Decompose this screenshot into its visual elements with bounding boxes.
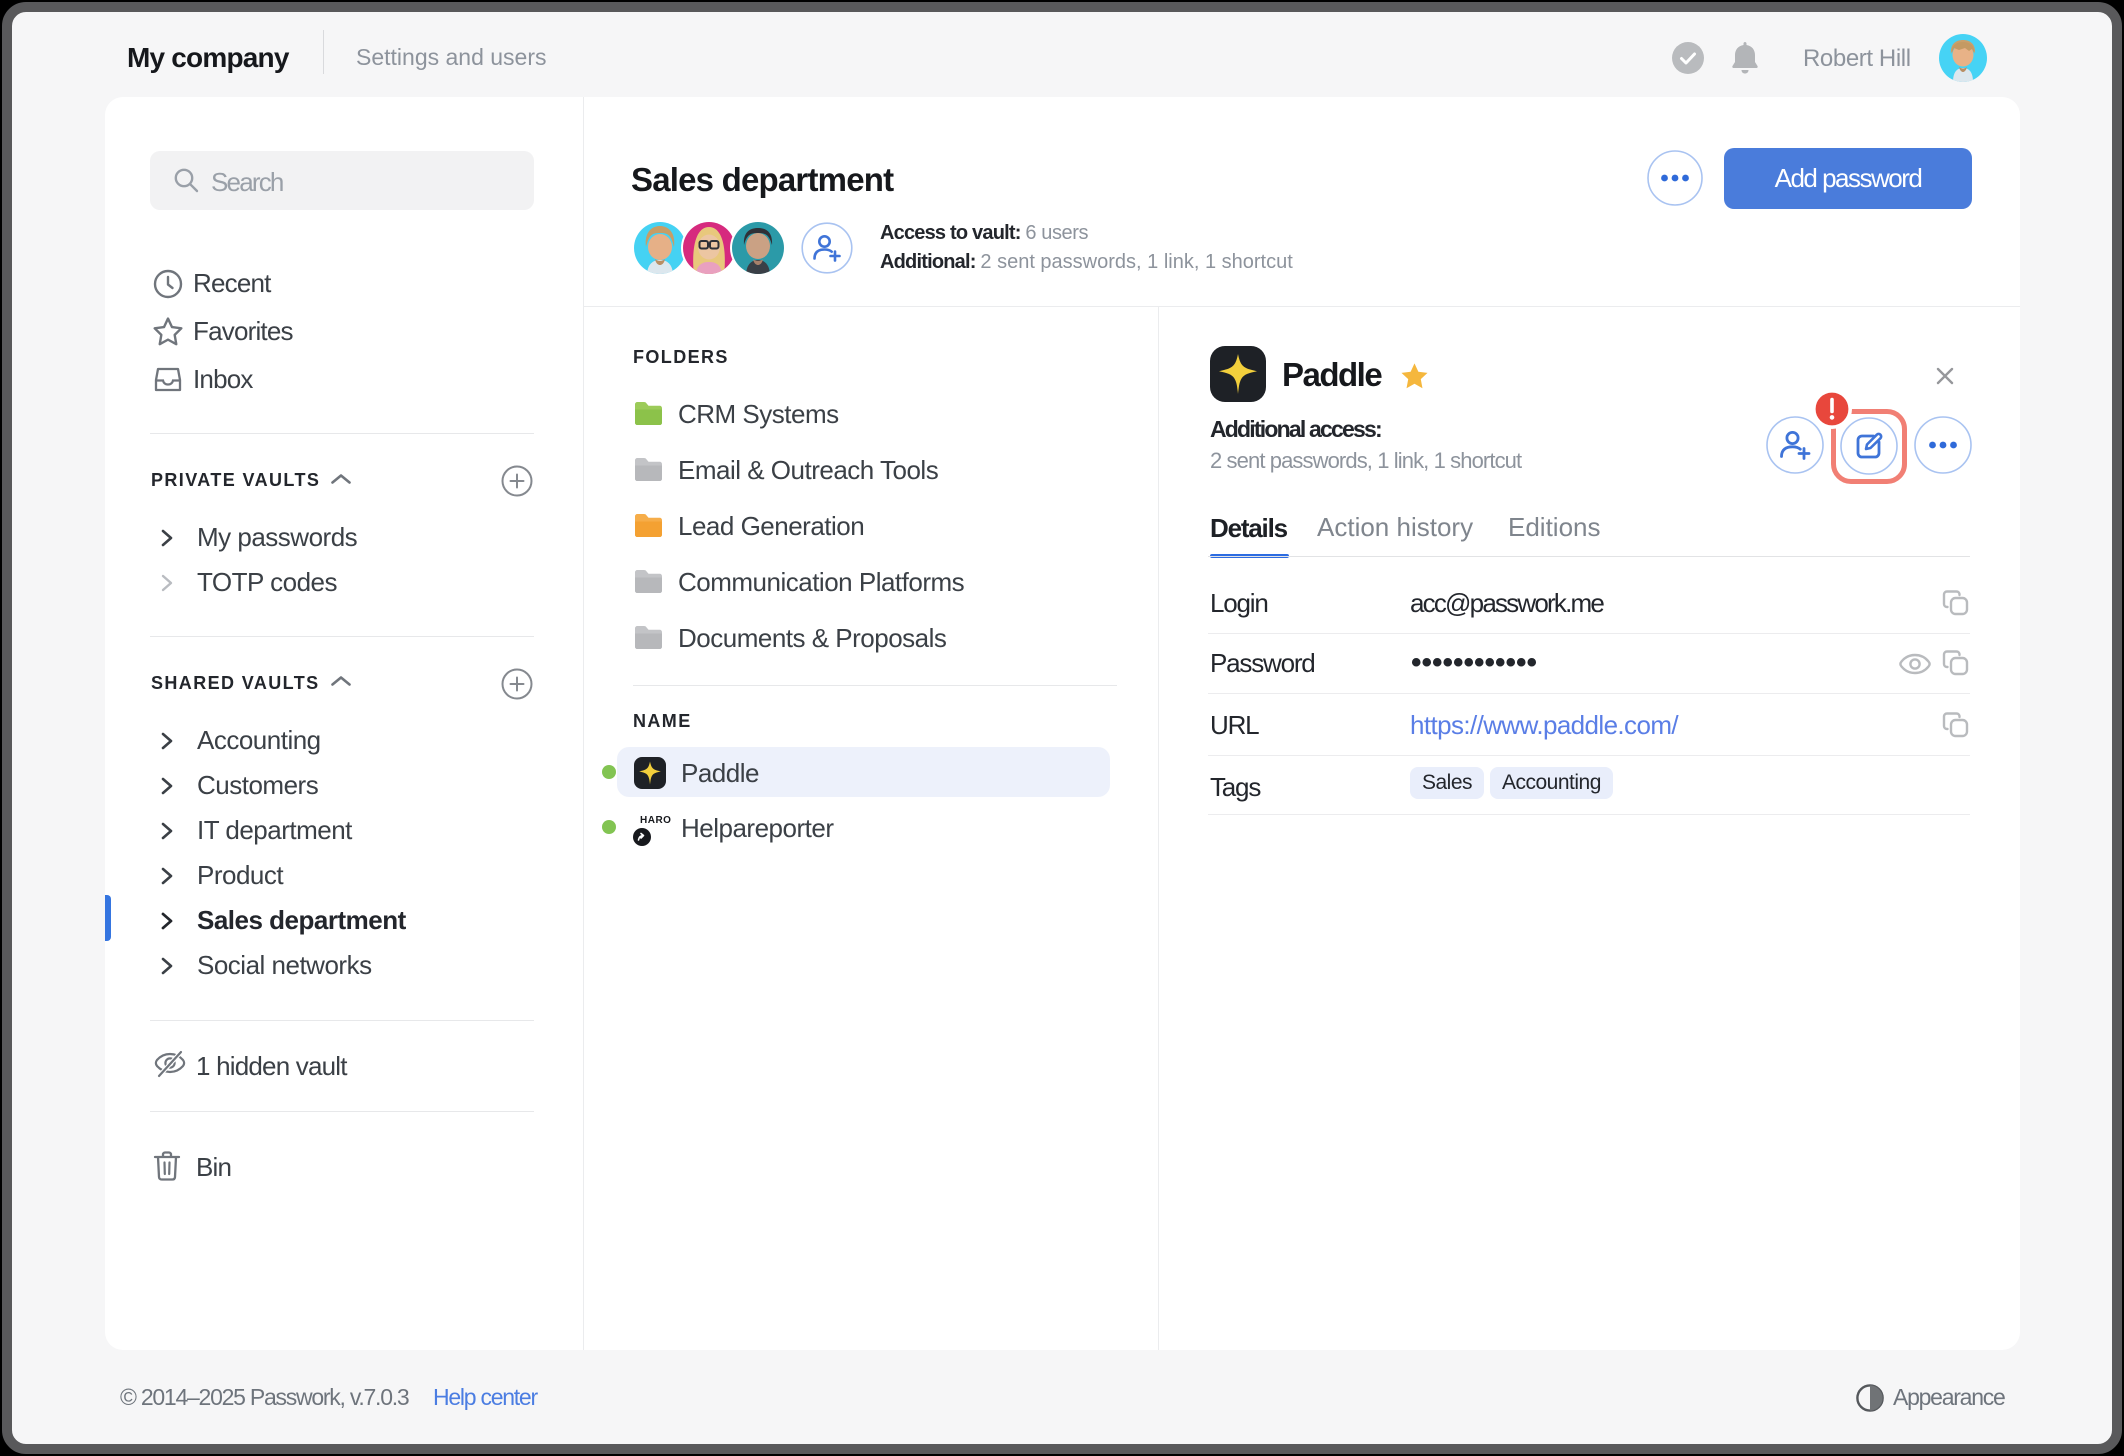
- svg-text:HARO: HARO: [640, 815, 671, 826]
